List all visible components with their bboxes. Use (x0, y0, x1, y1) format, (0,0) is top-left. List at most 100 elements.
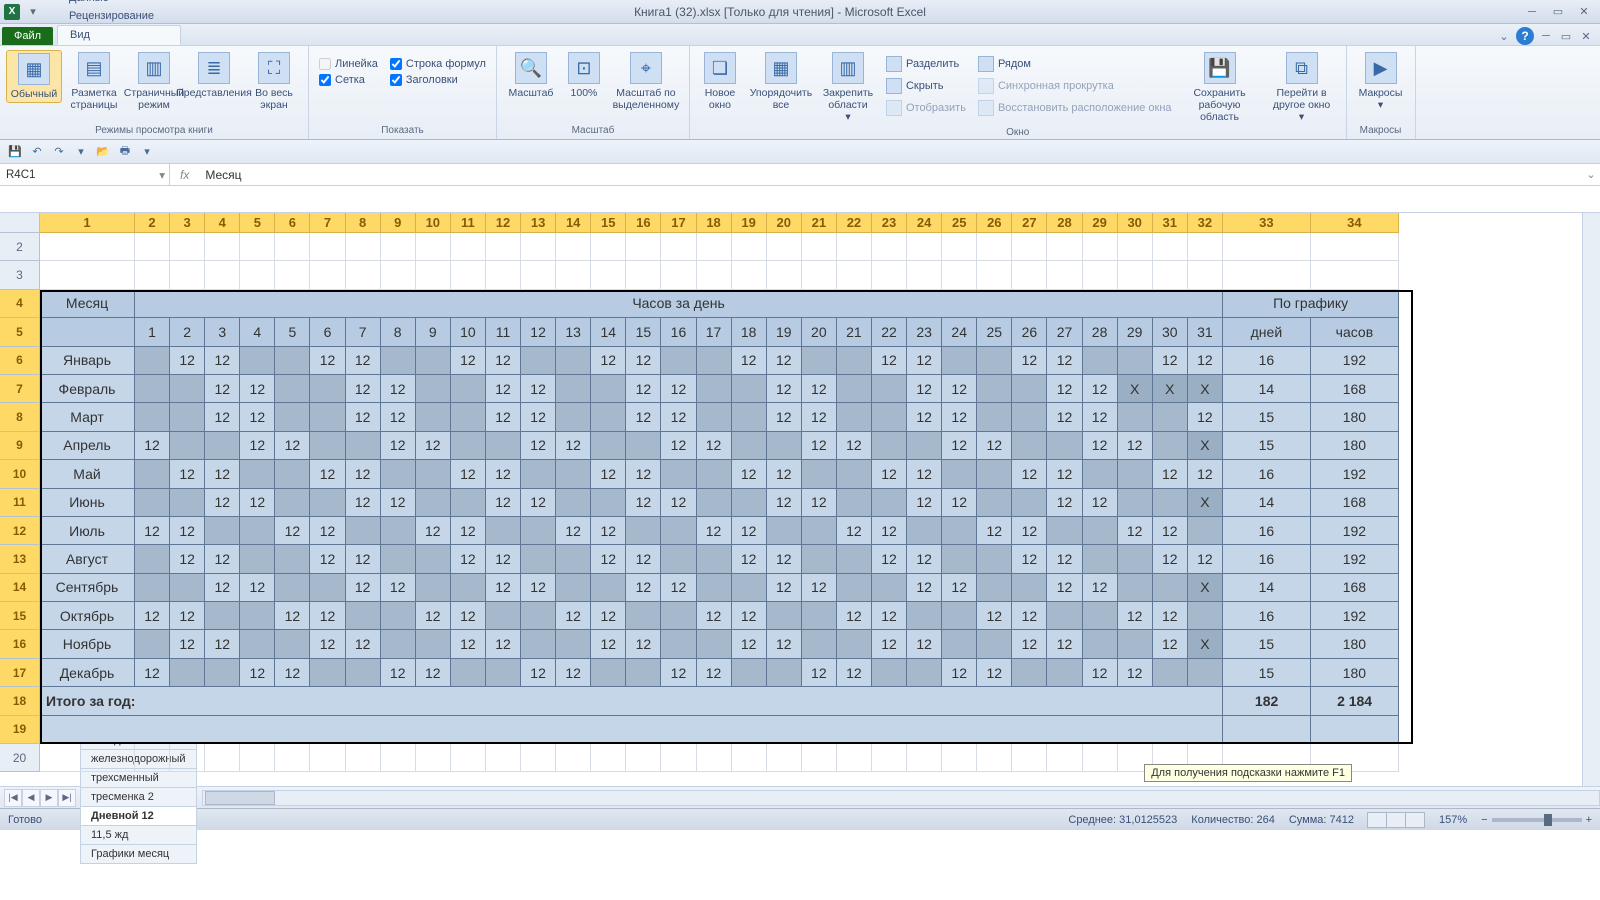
hours-total[interactable]: 192 (1311, 347, 1399, 375)
day-cell[interactable] (310, 432, 345, 460)
day-cell[interactable] (697, 545, 732, 573)
total-days[interactable]: 182 (1223, 687, 1311, 715)
day-cell[interactable]: X (1188, 630, 1223, 658)
freeze-panes-button[interactable]: ▥Закрепить области▾ (818, 50, 878, 125)
day-cell[interactable]: 12 (591, 517, 626, 545)
day-cell[interactable]: 12 (767, 460, 802, 488)
day-cell[interactable] (626, 432, 661, 460)
day-cell[interactable]: 12 (521, 574, 556, 602)
day-number[interactable]: 11 (486, 318, 521, 346)
day-cell[interactable]: 12 (1153, 517, 1188, 545)
day-cell[interactable] (977, 403, 1012, 431)
day-cell[interactable]: 12 (451, 460, 486, 488)
day-cell[interactable]: 12 (626, 630, 661, 658)
ribbon-tab[interactable]: Вид (57, 25, 181, 45)
day-cell[interactable]: 12 (1012, 517, 1047, 545)
day-cell[interactable]: 12 (486, 489, 521, 517)
day-cell[interactable]: 12 (346, 574, 381, 602)
day-cell[interactable] (556, 460, 591, 488)
zoom-out-button[interactable]: − (1481, 814, 1487, 826)
day-cell[interactable]: X (1118, 375, 1153, 403)
day-cell[interactable]: 12 (767, 375, 802, 403)
day-cell[interactable] (1188, 517, 1223, 545)
day-cell[interactable] (205, 432, 240, 460)
day-cell[interactable] (977, 574, 1012, 602)
day-cell[interactable]: 12 (697, 517, 732, 545)
row-header[interactable]: 6 (0, 347, 40, 375)
cell[interactable] (40, 716, 1223, 744)
day-cell[interactable]: 12 (240, 403, 275, 431)
day-cell[interactable] (1047, 602, 1082, 630)
day-cell[interactable]: 12 (556, 602, 591, 630)
column-header[interactable]: 20 (767, 213, 802, 233)
hours-total[interactable]: 180 (1311, 630, 1399, 658)
day-cell[interactable] (310, 403, 345, 431)
day-cell[interactable] (977, 460, 1012, 488)
day-cell[interactable]: 12 (346, 375, 381, 403)
column-header[interactable]: 5 (240, 213, 275, 233)
gridlines-checkbox[interactable]: Сетка (319, 72, 378, 88)
day-cell[interactable] (907, 432, 942, 460)
day-cell[interactable] (381, 545, 416, 573)
day-cell[interactable]: 12 (977, 659, 1012, 687)
day-cell[interactable]: 12 (942, 574, 977, 602)
day-cell[interactable] (626, 659, 661, 687)
day-cell[interactable]: 12 (661, 574, 696, 602)
day-cell[interactable]: 12 (1188, 545, 1223, 573)
day-cell[interactable] (1118, 347, 1153, 375)
day-cell[interactable]: 12 (381, 574, 416, 602)
row-header[interactable]: 9 (0, 432, 40, 460)
day-cell[interactable] (697, 630, 732, 658)
day-cell[interactable] (802, 460, 837, 488)
day-cell[interactable] (346, 432, 381, 460)
day-cell[interactable] (275, 545, 310, 573)
header-month-blank[interactable] (40, 318, 135, 346)
row-header[interactable]: 7 (0, 375, 40, 403)
days-total[interactable]: 15 (1223, 432, 1311, 460)
day-cell[interactable] (451, 574, 486, 602)
day-cell[interactable] (1118, 545, 1153, 573)
days-total[interactable]: 16 (1223, 460, 1311, 488)
view-page-break-button[interactable]: ▥Страничный режим (126, 50, 182, 113)
restore-button[interactable]: ▭ (1546, 3, 1570, 21)
file-tab[interactable]: Файл (2, 27, 53, 45)
day-cell[interactable]: 12 (1118, 602, 1153, 630)
day-cell[interactable]: 12 (521, 432, 556, 460)
day-cell[interactable]: 12 (275, 432, 310, 460)
day-cell[interactable] (661, 347, 696, 375)
sheet-nav-last[interactable]: ▶| (58, 789, 76, 807)
month-name[interactable]: Август (40, 545, 135, 573)
day-cell[interactable] (275, 574, 310, 602)
day-number[interactable]: 21 (837, 318, 872, 346)
day-cell[interactable]: 12 (626, 574, 661, 602)
day-cell[interactable]: 12 (1012, 460, 1047, 488)
day-cell[interactable]: 12 (310, 517, 345, 545)
hours-total[interactable]: 168 (1311, 375, 1399, 403)
row-header[interactable]: 20 (0, 744, 40, 772)
day-cell[interactable] (486, 432, 521, 460)
day-cell[interactable]: 12 (381, 489, 416, 517)
day-number[interactable]: 15 (626, 318, 661, 346)
day-cell[interactable] (310, 574, 345, 602)
day-cell[interactable]: 12 (591, 630, 626, 658)
day-cell[interactable]: 12 (661, 489, 696, 517)
day-cell[interactable] (275, 347, 310, 375)
day-cell[interactable]: 12 (486, 630, 521, 658)
day-cell[interactable]: 12 (1047, 574, 1082, 602)
day-cell[interactable]: 12 (907, 489, 942, 517)
header-hours[interactable]: часов (1311, 318, 1399, 346)
day-cell[interactable]: 12 (486, 347, 521, 375)
day-cell[interactable]: 12 (1047, 375, 1082, 403)
day-cell[interactable]: 12 (872, 517, 907, 545)
day-cell[interactable]: 12 (451, 545, 486, 573)
day-cell[interactable]: 12 (1047, 347, 1082, 375)
row-header[interactable]: 8 (0, 403, 40, 431)
column-header[interactable]: 15 (591, 213, 626, 233)
day-cell[interactable]: 12 (1118, 517, 1153, 545)
day-number[interactable]: 24 (942, 318, 977, 346)
row-header[interactable]: 15 (0, 602, 40, 630)
sheet-nav-next[interactable]: ▶ (40, 789, 58, 807)
day-cell[interactable]: 12 (486, 403, 521, 431)
row-header[interactable]: 18 (0, 687, 40, 715)
day-cell[interactable]: 12 (205, 489, 240, 517)
